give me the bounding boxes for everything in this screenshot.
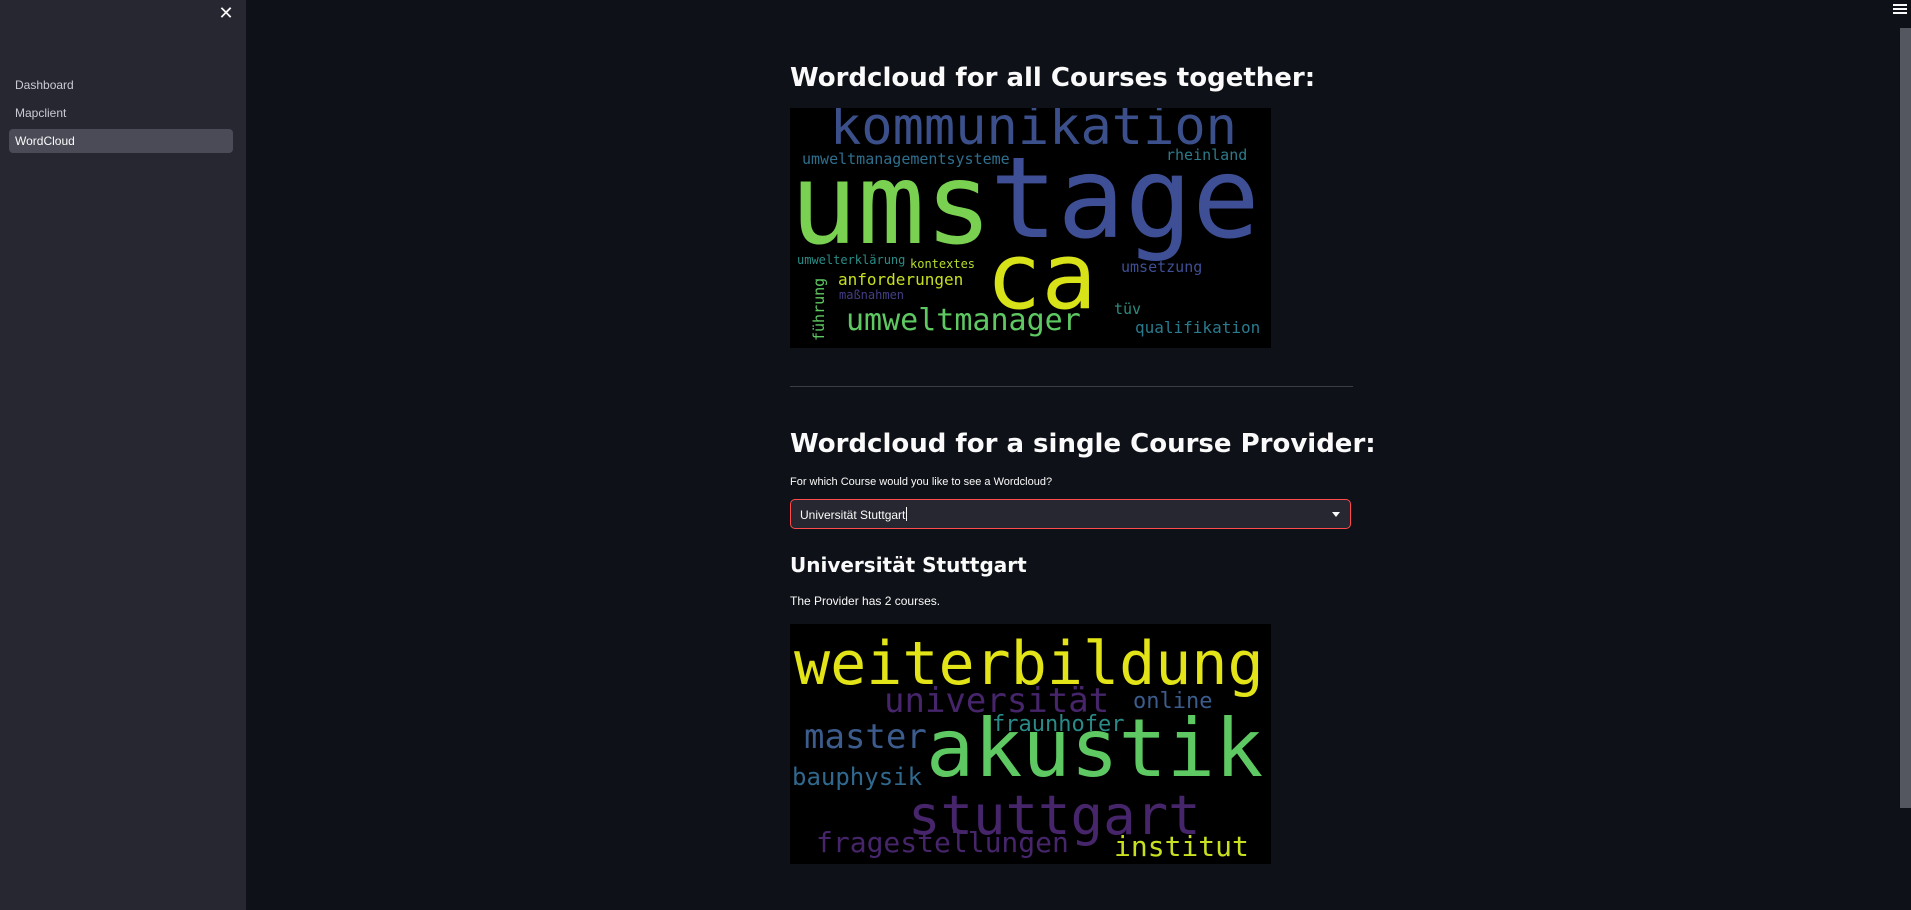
wc-word: anforderungen <box>838 270 963 289</box>
page-scrollbar[interactable] <box>1900 28 1911 808</box>
wc-word: master <box>804 717 927 757</box>
wc-word: maßnahmen <box>839 288 904 302</box>
sidebar-item-dashboard[interactable]: Dashboard <box>9 73 233 97</box>
sidebar-item-wordcloud[interactable]: WordCloud <box>9 129 233 153</box>
wc-word: qualifikation <box>1135 318 1260 337</box>
sidebar-nav: Dashboard Mapclient WordCloud <box>9 73 233 157</box>
section-divider <box>790 386 1353 387</box>
wc-word: ums <box>790 140 992 270</box>
close-icon[interactable]: ✕ <box>218 2 234 24</box>
sidebar: ✕ Dashboard Mapclient WordCloud <box>0 0 246 910</box>
wc-word: umweltmanager <box>846 303 1081 338</box>
course-select-label: For which Course would you like to see a… <box>790 476 1053 488</box>
hamburger-menu-icon[interactable] <box>1893 4 1907 18</box>
wordcloud-all-courses: kommunikation umweltmanagementsysteme rh… <box>790 108 1271 348</box>
course-select-value-text: Universität Stuttgart <box>800 508 906 522</box>
wc-word: führung <box>810 278 828 341</box>
provider-course-count: The Provider has 2 courses. <box>790 594 941 608</box>
course-provider-select[interactable]: Universität Stuttgart <box>790 499 1351 529</box>
sidebar-item-mapclient[interactable]: Mapclient <box>9 101 233 125</box>
course-select-value[interactable]: Universität Stuttgart <box>800 507 908 522</box>
chevron-down-icon[interactable] <box>1332 512 1340 517</box>
single-provider-title: Wordcloud for a single Course Provider: <box>790 429 1376 459</box>
wc-word: fragestellungen <box>816 826 1069 859</box>
wordcloud-provider: weiterbildung universität online fraunho… <box>790 624 1271 864</box>
text-caret <box>906 507 908 521</box>
wc-word: tüv <box>1114 300 1141 318</box>
all-courses-title: Wordcloud for all Courses together: <box>790 63 1316 93</box>
wc-word: akustik <box>926 702 1263 795</box>
wc-word: umsetzung <box>1121 258 1202 276</box>
provider-heading: Universität Stuttgart <box>790 553 1027 577</box>
wc-word: umwelterklärung <box>797 253 905 267</box>
wc-word: kontextes <box>910 257 975 271</box>
wc-word: institut <box>1114 830 1249 863</box>
wc-word: bauphysik <box>792 763 923 791</box>
